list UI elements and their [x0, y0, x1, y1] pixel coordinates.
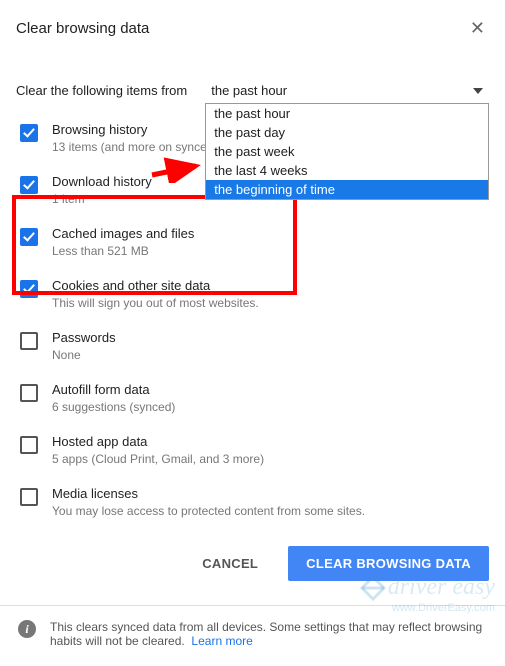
item-checkbox[interactable]: [20, 436, 38, 454]
item-label: Passwords: [52, 330, 116, 345]
timerange-option[interactable]: the beginning of time: [206, 180, 488, 199]
clear-browsing-data-button[interactable]: CLEAR BROWSING DATA: [288, 546, 489, 581]
timerange-option[interactable]: the past day: [206, 123, 488, 142]
item-label: Download history: [52, 174, 152, 189]
item-sublabel: 6 suggestions (synced): [52, 400, 175, 414]
list-item: Passwords None: [16, 320, 489, 372]
item-checkbox[interactable]: [20, 228, 38, 246]
footer-text: This clears synced data from all devices…: [50, 620, 487, 648]
timerange-option[interactable]: the last 4 weeks: [206, 161, 488, 180]
list-item: Autofill form data 6 suggestions (synced): [16, 372, 489, 424]
item-sublabel: Less than 521 MB: [52, 244, 194, 258]
list-item: Cached images and files Less than 521 MB: [16, 216, 489, 268]
item-label: Media licenses: [52, 486, 365, 501]
item-checkbox[interactable]: [20, 332, 38, 350]
timerange-option[interactable]: the past hour: [206, 104, 488, 123]
item-label: Cookies and other site data: [52, 278, 259, 293]
item-checkbox[interactable]: [20, 124, 38, 142]
list-item: Hosted app data 5 apps (Cloud Print, Gmai…: [16, 424, 489, 476]
item-label: Autofill form data: [52, 382, 175, 397]
info-icon: i: [18, 620, 36, 638]
item-text: Hosted app data 5 apps (Cloud Print, Gmai…: [52, 434, 264, 466]
dialog-title: Clear browsing data: [16, 20, 149, 37]
item-sublabel: None: [52, 348, 116, 362]
close-icon[interactable]: ✕: [466, 14, 489, 43]
item-sublabel: You may lose access to protected content…: [52, 504, 365, 518]
item-text: Autofill form data 6 suggestions (synced): [52, 382, 175, 414]
item-checkbox[interactable]: [20, 176, 38, 194]
timerange-select[interactable]: the past hour the past hourthe past dayt…: [205, 79, 489, 102]
item-checkbox[interactable]: [20, 280, 38, 298]
timerange-label: Clear the following items from: [16, 83, 187, 98]
learn-more-link[interactable]: Learn more: [191, 634, 252, 648]
item-text: Cookies and other site data This will sig…: [52, 278, 259, 310]
list-item: Cookies and other site data This will sig…: [16, 268, 489, 320]
cancel-button[interactable]: CANCEL: [184, 546, 276, 581]
item-sublabel: 5 apps (Cloud Print, Gmail, and 3 more): [52, 452, 264, 466]
chevron-down-icon: [473, 88, 483, 94]
item-checkbox[interactable]: [20, 384, 38, 402]
item-sublabel: 1 item: [52, 192, 152, 206]
timerange-dropdown[interactable]: the past hourthe past daythe past weekth…: [205, 103, 489, 200]
list-item: Media licenses You may lose access to pro…: [16, 476, 489, 528]
item-checkbox[interactable]: [20, 488, 38, 506]
timerange-selected: the past hour: [211, 83, 287, 98]
timerange-option[interactable]: the past week: [206, 142, 488, 161]
item-text: Passwords None: [52, 330, 116, 362]
item-sublabel: This will sign you out of most websites.: [52, 296, 259, 310]
item-text: Cached images and files Less than 521 MB: [52, 226, 194, 258]
item-label: Cached images and files: [52, 226, 194, 241]
item-label: Hosted app data: [52, 434, 264, 449]
item-text: Download history 1 item: [52, 174, 152, 206]
item-text: Media licenses You may lose access to pro…: [52, 486, 365, 518]
